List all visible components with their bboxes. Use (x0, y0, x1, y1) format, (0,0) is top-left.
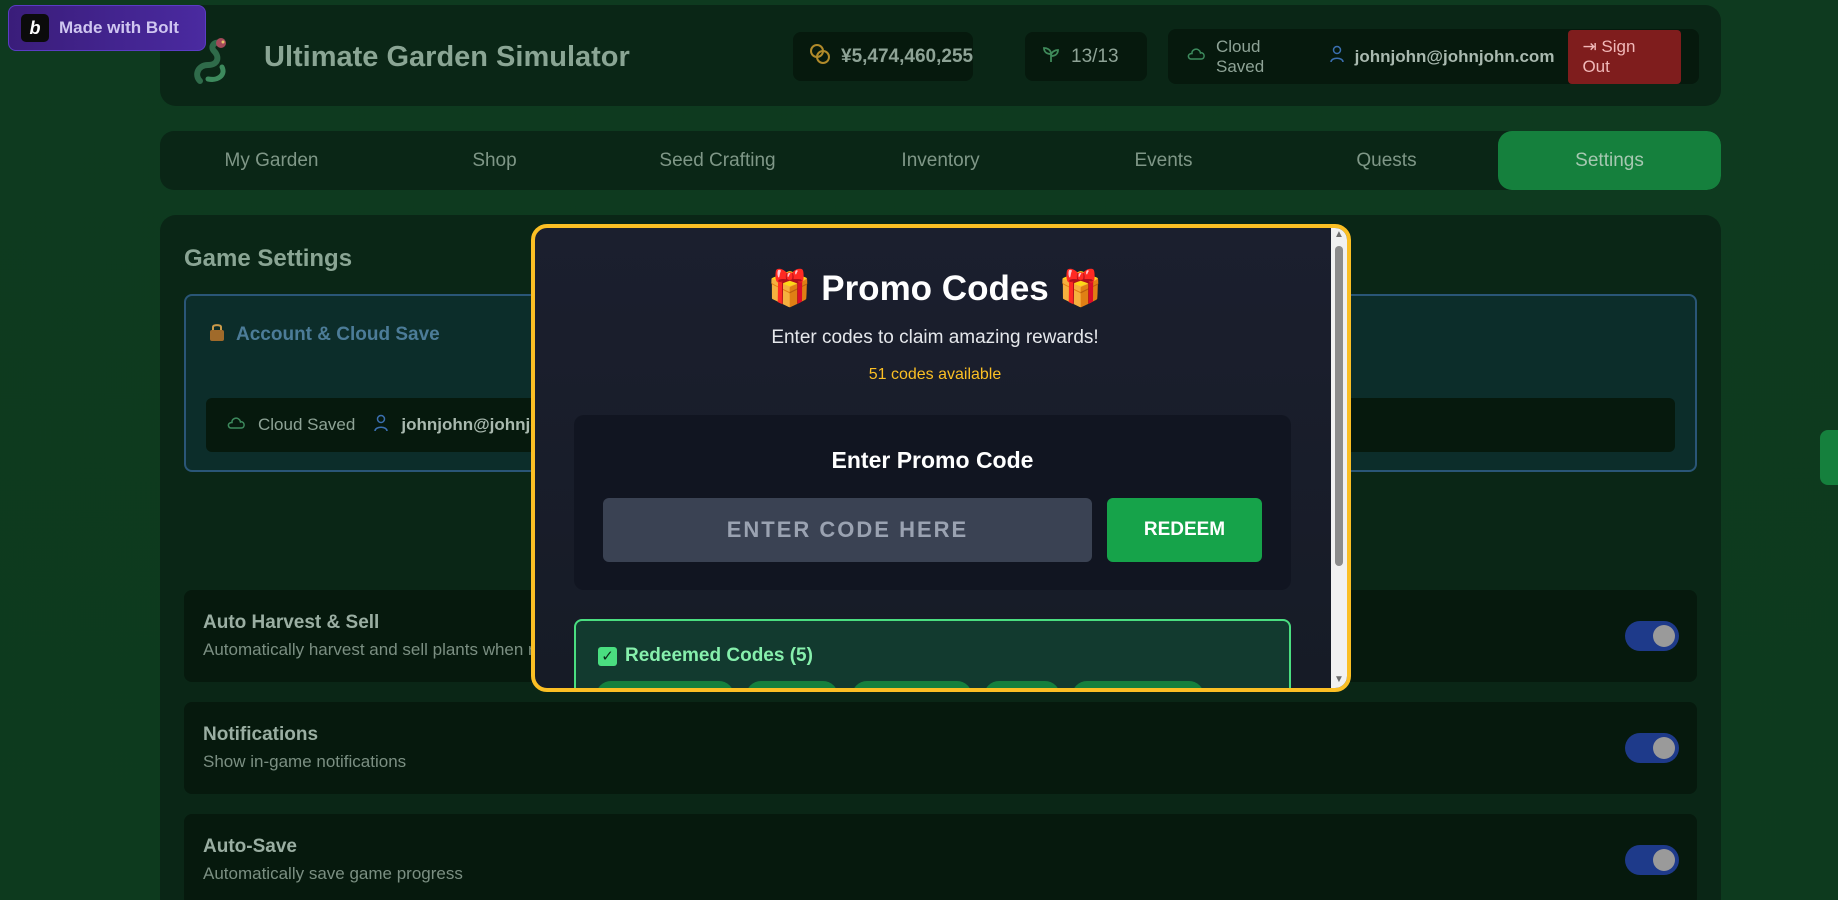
redeemed-code-chip (596, 681, 734, 688)
scroll-down-icon[interactable]: ▼ (1334, 675, 1344, 685)
setting-description: Show in-game notifications (203, 752, 407, 771)
scroll-thumb[interactable] (1335, 246, 1343, 566)
modal-title: 🎁 Promo Codes 🎁 (535, 268, 1335, 309)
money-value: ¥5,474,460,255 (841, 45, 974, 67)
tab-seed-crafting[interactable]: Seed Crafting (606, 131, 829, 190)
app-header: Ultimate Garden Simulator ¥5,474,460,255… (160, 5, 1721, 106)
side-drawer-tab[interactable] (1820, 430, 1838, 485)
money-display: ¥5,474,460,255 (793, 32, 973, 81)
redeemed-codes-heading: ✓ Redeemed Codes (5) (598, 645, 813, 667)
setting-description: Automatically harvest and sell plants wh… (203, 640, 534, 659)
sign-out-icon: ⇥ (1582, 36, 1597, 56)
account-section-heading: Account & Cloud Save (208, 322, 440, 348)
redeemed-code-chip (984, 681, 1060, 688)
scroll-up-icon[interactable]: ▲ (1334, 230, 1344, 240)
codes-available-count: 51 codes available (868, 366, 1002, 383)
auto-harvest-toggle[interactable] (1625, 621, 1679, 651)
setting-name: Auto-Save (203, 836, 297, 857)
tab-shop[interactable]: Shop (383, 131, 606, 190)
redeemed-codes-label: Redeemed Codes (5) (625, 645, 813, 666)
modal-subtitle: Enter codes to claim amazing rewards! (771, 327, 1099, 348)
sign-out-button[interactable]: ⇥ Sign Out (1568, 29, 1681, 84)
cloud-status: Cloud Saved (1216, 36, 1265, 76)
user-email: johnjohn@johnjol (401, 415, 546, 434)
tab-settings[interactable]: Settings (1498, 131, 1721, 190)
app-title: Ultimate Garden Simulator (264, 41, 630, 73)
made-with-bolt-badge[interactable]: b Made with Bolt (8, 5, 206, 51)
main-nav: My Garden Shop Seed Crafting Inventory E… (160, 131, 1721, 190)
user-icon (373, 414, 389, 437)
lock-icon (208, 322, 226, 348)
notifications-toggle[interactable] (1625, 733, 1679, 763)
cloud-icon (226, 415, 246, 436)
redeem-button[interactable]: REDEEM (1107, 498, 1262, 562)
user-icon (1329, 45, 1345, 68)
user-email: johnjohn@johnjohn.com (1354, 46, 1555, 66)
coins-icon (809, 43, 831, 71)
plant-count-value: 13/13 (1071, 45, 1119, 67)
redeemed-codes-section: ✓ Redeemed Codes (5) (574, 619, 1291, 688)
gift-icon: 🎁 (1058, 269, 1103, 308)
redeemed-code-chip (746, 681, 838, 688)
setting-name: Auto Harvest & Sell (203, 612, 380, 633)
bolt-badge-label: Made with Bolt (59, 18, 179, 37)
promo-code-input[interactable] (603, 498, 1092, 562)
setting-notifications: Notifications Show in-game notifications (184, 702, 1697, 794)
settings-title: Game Settings (184, 245, 353, 272)
tab-quests[interactable]: Quests (1275, 131, 1498, 190)
promo-code-entry-box: Enter Promo Code REDEEM (574, 415, 1291, 590)
auto-save-toggle[interactable] (1625, 845, 1679, 875)
bolt-logo-icon: b (21, 14, 49, 42)
account-section-label: Account & Cloud Save (236, 324, 440, 345)
redeemed-code-chip (1072, 681, 1204, 688)
tab-events[interactable]: Events (1052, 131, 1275, 190)
cloud-icon (1186, 46, 1206, 67)
sprout-icon (1041, 44, 1061, 70)
modal-scrollbar[interactable]: ▲ ▼ (1331, 228, 1347, 688)
checkbox-checked-icon: ✓ (598, 646, 617, 666)
gift-icon: 🎁 (767, 269, 812, 308)
plant-count-display: 13/13 (1025, 32, 1147, 81)
cloud-status: Cloud Saved (258, 415, 356, 434)
tab-my-garden[interactable]: My Garden (160, 131, 383, 190)
redeemed-code-chip (852, 681, 972, 688)
promo-entry-title: Enter Promo Code (831, 447, 1034, 473)
tab-inventory[interactable]: Inventory (829, 131, 1052, 190)
setting-description: Automatically save game progress (203, 864, 463, 883)
account-bar: Cloud Saved johnjohn@johnjohn.com ⇥ Sign… (1168, 29, 1699, 84)
promo-codes-modal: 🎁 Promo Codes 🎁 Enter codes to claim ama… (531, 224, 1351, 692)
modal-title-text: Promo Codes (821, 269, 1049, 308)
setting-name: Notifications (203, 724, 319, 745)
setting-auto-save: Auto-Save Automatically save game progre… (184, 814, 1697, 900)
